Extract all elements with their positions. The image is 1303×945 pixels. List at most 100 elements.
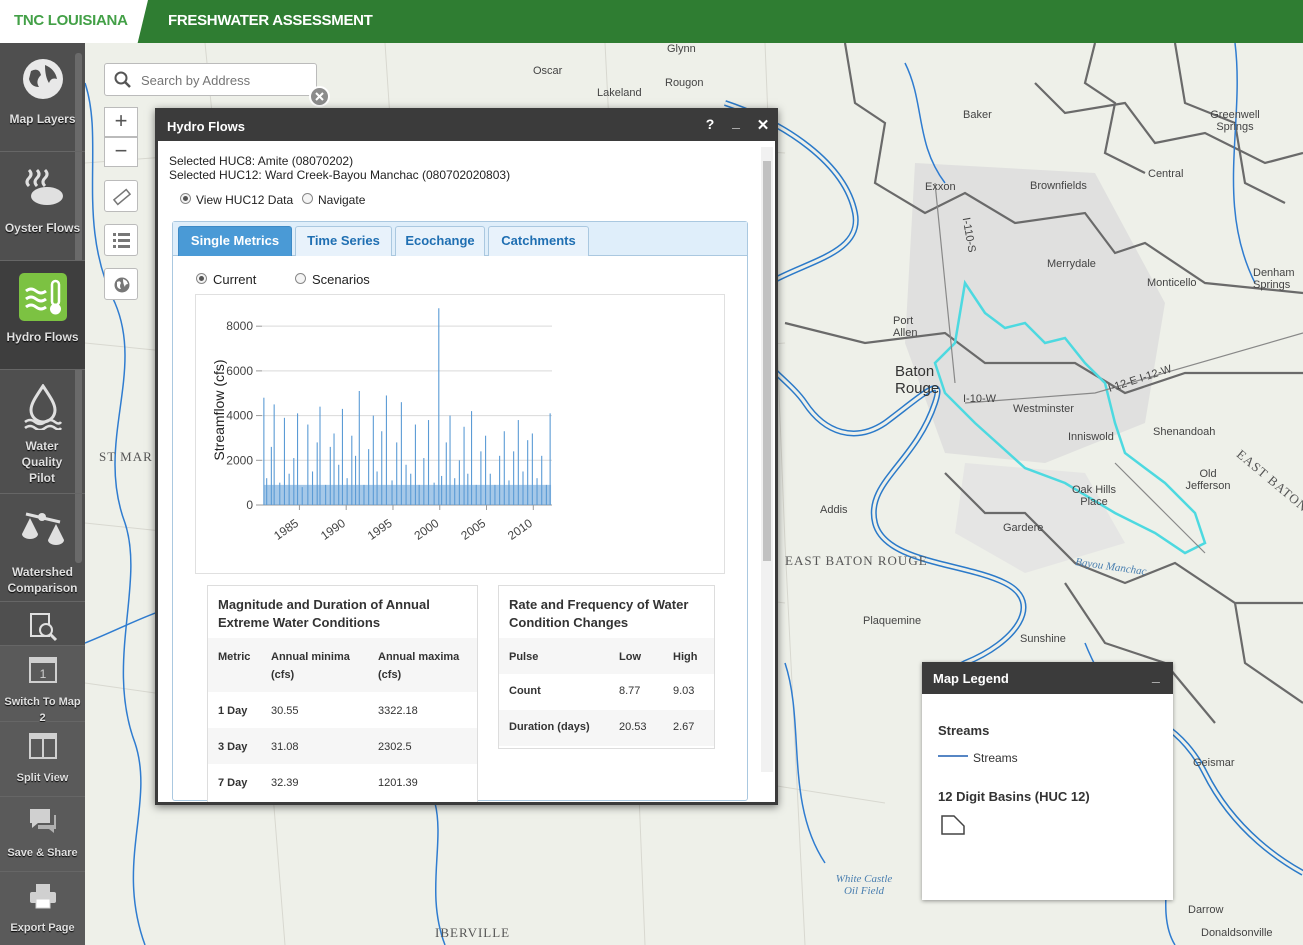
zoom-out-button[interactable]: −	[104, 137, 138, 167]
row-min: 31.08	[271, 741, 299, 753]
tool-label: Switch To Map 2	[4, 696, 81, 724]
sidebar-item-report[interactable]	[0, 602, 85, 646]
tabs-bar: Single Metrics Time Series Ecochange Cat…	[173, 222, 747, 256]
panel-header[interactable]: Hydro Flows ? _ ✕	[158, 111, 775, 141]
search-icon[interactable]	[114, 71, 132, 89]
col-header-min-unit: (cfs)	[271, 669, 295, 681]
minimize-button[interactable]: _	[726, 114, 746, 130]
help-button[interactable]: ?	[700, 116, 720, 132]
map-label-donaldsonville: Donaldsonville	[1201, 927, 1273, 939]
map-legend: Map Legend _ Streams Streams 12 Digit Ba…	[922, 662, 1173, 900]
close-button[interactable]: ✕	[753, 116, 773, 134]
panel-scrollbar-thumb[interactable]	[763, 161, 771, 561]
map-label-oscar: Oscar	[533, 65, 563, 77]
navigate-radio[interactable]	[302, 193, 313, 204]
panel-scrollbar[interactable]	[761, 147, 773, 772]
sidebar-item-oyster-flows[interactable]: Oyster Flows	[0, 152, 85, 261]
close-circle-icon	[315, 92, 324, 101]
map-label-merrydale: Merrydale	[1047, 258, 1096, 270]
map-label-denham-springs: Denham Springs	[1253, 267, 1295, 291]
tool-label: Save & Share	[7, 847, 78, 859]
layer-list-button[interactable]	[104, 224, 138, 256]
brand-label: TNC LOUISIANA	[14, 12, 128, 29]
col-header-metric: Metric	[218, 651, 251, 663]
streamflow-chart-svg: 0 2000 4000 6000 8000 1985 1990 1995 2000 2005 201…	[211, 308, 552, 543]
legend-item-streams: Streams	[973, 751, 1018, 765]
current-label[interactable]: Current	[213, 272, 256, 287]
map-label-exxon: Exxon	[925, 181, 956, 193]
sidebar-item-label: Water Quality Pilot	[21, 439, 63, 485]
col-header-max: Annual maxima (cfs)	[378, 648, 459, 684]
panel-body: Selected HUC8: Amite (08070202) Selected…	[158, 141, 775, 802]
view-huc12-radio[interactable]	[180, 193, 191, 204]
map-label-darrow: Darrow	[1188, 904, 1224, 916]
zoom-in-button[interactable]: +	[104, 107, 138, 137]
map-label-monticello: Monticello	[1147, 277, 1197, 289]
rate-title: Rate and Frequency of Water Condition Ch…	[509, 596, 688, 632]
sidebar-item-watershed-comparison[interactable]: Watershed Comparison	[0, 494, 85, 602]
legend-group-huc12: 12 Digit Basins (HUC 12)	[938, 789, 1090, 804]
map-label-baker: Baker	[963, 109, 992, 121]
tool-label: Export Page	[10, 922, 75, 934]
map-label-sunshine: Sunshine	[1020, 633, 1066, 645]
sidebar-item-water-quality[interactable]: Water Quality Pilot	[0, 370, 85, 494]
brand-logo[interactable]: TNC LOUISIANA	[0, 0, 148, 43]
y-tick-label: 8000	[226, 319, 253, 333]
x-tick-label: 1990	[318, 516, 348, 543]
search-clear-button[interactable]	[309, 86, 330, 107]
map-label-plaquemine: Plaquemine	[863, 615, 922, 627]
sidebar-item-map-layers[interactable]: Map Layers	[0, 43, 85, 152]
legend-group-streams: Streams	[938, 723, 990, 738]
address-search	[104, 63, 317, 96]
scales-icon	[21, 512, 64, 545]
magnitude-title-line2: Extreme Water Conditions	[218, 615, 381, 630]
map-label-white-castle: White Castle Oil Field	[835, 873, 893, 897]
hydro-flows-panel: Hydro Flows ? _ ✕ Selected HUC8: Amite (…	[155, 108, 778, 805]
scenarios-radio[interactable]	[295, 273, 306, 284]
map-label-east-baton-rouge: EAST BATON ROUGE	[785, 553, 928, 568]
panel-title: Hydro Flows	[167, 119, 246, 134]
measure-tool-button[interactable]	[104, 180, 138, 212]
map-label-old-jefferson: Old Jefferson	[1185, 468, 1231, 492]
tab-catchments[interactable]: Catchments	[488, 226, 589, 256]
legend-header[interactable]: Map Legend _	[922, 662, 1173, 694]
switch-map-button[interactable]: 1 Switch To Map 2	[0, 646, 85, 724]
map-label-rougon: Rougon	[665, 77, 704, 89]
map-two-icon: 1	[28, 657, 57, 683]
save-share-button[interactable]: Save & Share	[0, 797, 85, 872]
rate-title-line2: Condition Changes	[509, 615, 629, 630]
export-page-button[interactable]: Export Page	[0, 872, 85, 945]
split-view-button[interactable]: Split View	[0, 722, 85, 797]
rate-frequency-box: Rate and Frequency of Water Condition Ch…	[498, 585, 715, 749]
view-huc12-label[interactable]: View HUC12 Data	[196, 193, 293, 207]
row-max: 1201.39	[378, 777, 418, 789]
tab-time-series[interactable]: Time Series	[295, 226, 392, 256]
tab-ecochange[interactable]: Ecochange	[395, 226, 485, 256]
sidebar-item-label: Oyster Flows	[4, 221, 81, 235]
selected-huc12: Selected HUC12: Ward Creek-Bayou Manchac…	[169, 168, 511, 182]
tab-single-metrics[interactable]: Single Metrics	[178, 226, 292, 256]
legend-minimize-button[interactable]: _	[1152, 668, 1160, 684]
legend-title: Map Legend	[933, 671, 1009, 686]
col-header-min-line1: Annual minima	[271, 651, 350, 663]
y-tick-label: 4000	[226, 409, 253, 423]
oyster-icon	[25, 168, 63, 205]
sidebar: Map Layers Oyster Flows Hydro Flows Wate…	[0, 43, 85, 945]
basemap-button[interactable]	[104, 268, 138, 300]
map-label-iberville: IBERVILLE	[435, 925, 511, 940]
navigate-label[interactable]: Navigate	[318, 193, 365, 207]
current-radio[interactable]	[196, 273, 207, 284]
sidebar-item-label: Hydro Flows	[6, 330, 79, 344]
row-metric: 3 Day	[218, 741, 248, 753]
sidebar-item-label: Watershed Comparison	[7, 565, 78, 595]
x-tick-label: 2010	[505, 516, 535, 543]
ruler-icon	[113, 188, 131, 206]
row-max: 3322.18	[378, 705, 418, 717]
scenarios-label[interactable]: Scenarios	[312, 272, 370, 287]
baseflow-band	[263, 484, 552, 505]
x-tick-label: 2000	[412, 516, 442, 543]
search-input[interactable]	[141, 71, 311, 89]
magnitude-title: Magnitude and Duration of Annual Extreme…	[218, 596, 430, 632]
map-label-gardere: Gardere	[1003, 522, 1044, 534]
sidebar-item-hydro-flows[interactable]: Hydro Flows	[0, 261, 85, 370]
